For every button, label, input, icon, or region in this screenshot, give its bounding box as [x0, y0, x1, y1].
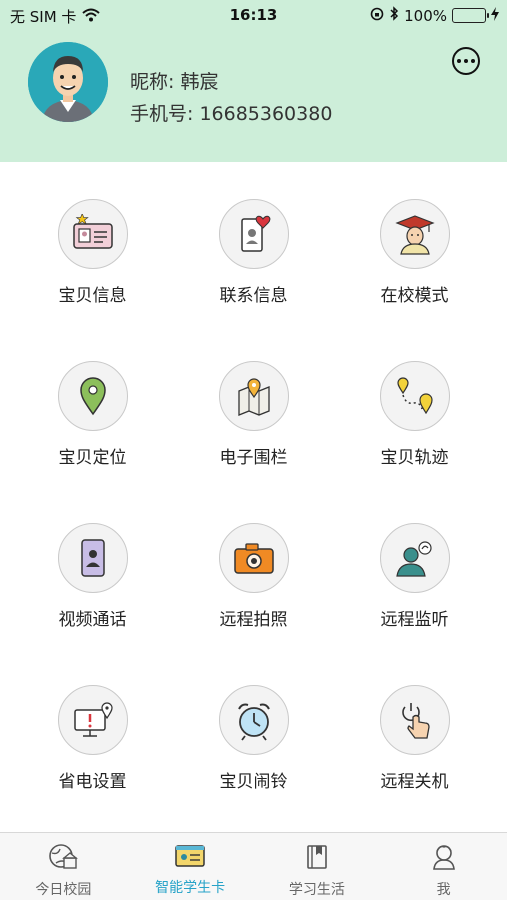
id-card-icon: [57, 199, 128, 269]
feature-remote-listen[interactable]: 远程监听: [330, 486, 499, 648]
campus-globe-icon: [48, 843, 79, 875]
feature-baby-track[interactable]: 宝贝轨迹: [330, 324, 499, 486]
feature-label: 视频通话: [58, 610, 127, 630]
feature-label: 省电设置: [58, 772, 127, 792]
phone-label: 手机号: 16685360380: [130, 103, 333, 125]
feature-label: 宝贝闹铃: [219, 772, 288, 792]
bottom-tab-bar: 今日校园 智能学生卡 学习生活 我: [0, 832, 507, 900]
feature-label: 在校模式: [380, 286, 449, 306]
tab-label: 智能学生卡: [155, 880, 226, 896]
tab-smart-student-card[interactable]: 智能学生卡: [127, 833, 254, 900]
feature-contact-info[interactable]: 联系信息: [169, 162, 338, 324]
listen-icon: [379, 523, 450, 593]
feature-label: 远程监听: [380, 610, 449, 630]
feature-label: 远程关机: [380, 772, 449, 792]
charging-icon: [491, 6, 499, 25]
book-icon: [304, 843, 330, 875]
feature-baby-info[interactable]: 宝贝信息: [8, 162, 177, 324]
user-avatar[interactable]: [28, 42, 108, 122]
more-options-button[interactable]: [452, 47, 480, 75]
more-dots-icon: [457, 59, 461, 63]
tab-label: 今日校园: [35, 882, 92, 898]
tab-study-life[interactable]: 学习生活: [254, 833, 381, 900]
feature-school-mode[interactable]: 在校模式: [330, 162, 499, 324]
status-bar: 无 SIM 卡 16:13 100%: [0, 0, 507, 30]
nickname-label: 昵称: 韩宸: [130, 71, 219, 93]
rotation-lock-icon: [370, 7, 384, 25]
monitor-alert-icon: [57, 685, 128, 755]
tab-me[interactable]: 我: [380, 833, 507, 900]
battery-icon: [452, 8, 489, 23]
video-call-icon: [57, 523, 128, 593]
feature-baby-location[interactable]: 宝贝定位: [8, 324, 177, 486]
tab-label: 学习生活: [288, 882, 345, 898]
feature-remote-photo[interactable]: 远程拍照: [169, 486, 338, 648]
profile-header: 无 SIM 卡 16:13 100% 昵称: 韩宸 手机号: 166853603…: [0, 0, 507, 162]
feature-baby-alarm[interactable]: 宝贝闹铃: [169, 648, 338, 810]
feature-label: 电子围栏: [219, 448, 288, 468]
feature-label: 宝贝定位: [58, 448, 127, 468]
feature-label: 联系信息: [219, 286, 288, 306]
route-icon: [379, 361, 450, 431]
power-touch-icon: [379, 685, 450, 755]
map-fence-icon: [218, 361, 289, 431]
phone-heart-icon: [218, 199, 289, 269]
tab-today-campus[interactable]: 今日校园: [0, 833, 127, 900]
feature-label: 远程拍照: [219, 610, 288, 630]
feature-remote-shutdown[interactable]: 远程关机: [330, 648, 499, 810]
profile-icon: [430, 843, 458, 875]
feature-power-saving[interactable]: 省电设置: [8, 648, 177, 810]
feature-geo-fence[interactable]: 电子围栏: [169, 324, 338, 486]
feature-label: 宝贝信息: [58, 286, 127, 306]
location-pin-icon: [57, 361, 128, 431]
battery-percent: 100%: [404, 6, 447, 25]
camera-icon: [218, 523, 289, 593]
bluetooth-icon: [389, 6, 399, 25]
feature-grid: 宝贝信息 联系信息 在校模式 宝贝定位 电子围栏 宝贝轨迹 视频通话 远程拍照 …: [0, 162, 507, 832]
alarm-clock-icon: [218, 685, 289, 755]
student-card-icon: [174, 843, 206, 873]
feature-label: 宝贝轨迹: [380, 448, 449, 468]
graduate-icon: [379, 199, 450, 269]
feature-video-call[interactable]: 视频通话: [8, 486, 177, 648]
tab-label: 我: [436, 882, 451, 898]
